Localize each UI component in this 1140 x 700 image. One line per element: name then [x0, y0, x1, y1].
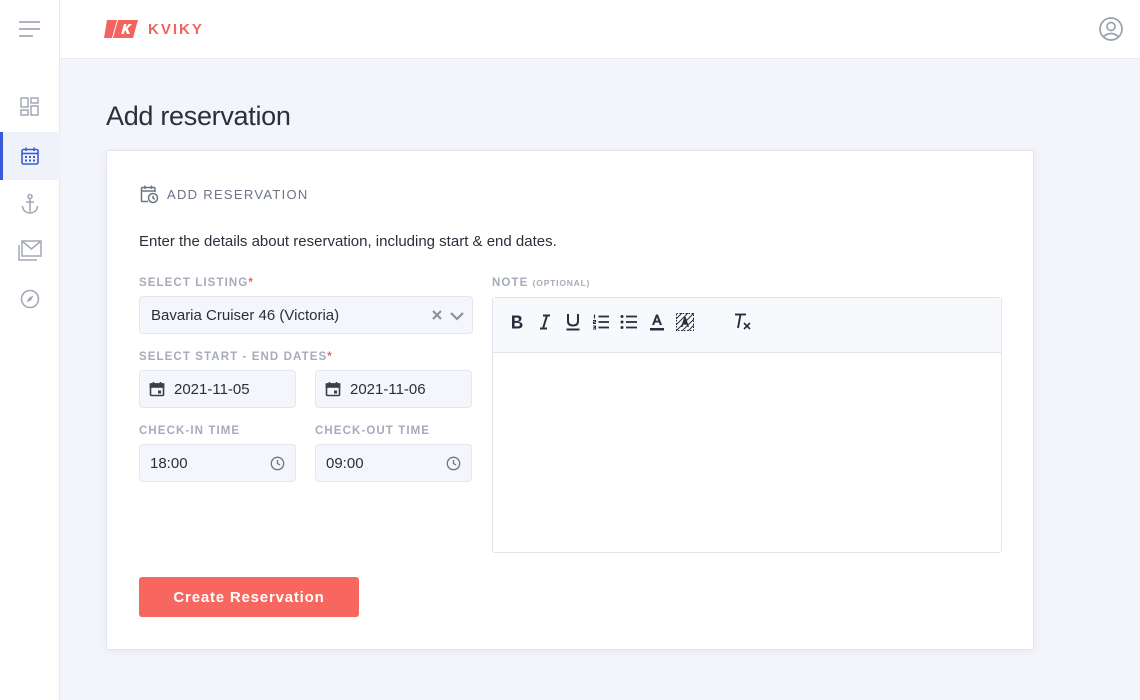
note-editor	[492, 297, 1002, 553]
sidebar-item-reservations[interactable]	[0, 132, 60, 180]
page-title: Add reservation	[106, 101, 291, 131]
profile-button[interactable]	[1098, 16, 1124, 42]
top-bar: KVIKY	[60, 0, 1140, 59]
highlight-icon	[676, 313, 694, 331]
select-listing-label-text: SELECT LISTING	[139, 277, 249, 289]
text-color-icon	[650, 314, 664, 331]
sidebar	[0, 0, 60, 700]
sidebar-item-dashboard[interactable]	[0, 83, 60, 131]
clock-icon[interactable]	[270, 456, 285, 471]
editor-toolbar	[493, 298, 1001, 353]
dashboard-icon	[20, 97, 39, 116]
chevron-down-icon[interactable]	[449, 308, 465, 324]
checkin-time-label: CHECK-IN TIME	[139, 425, 241, 437]
form-description: Enter the details about reservation, inc…	[139, 233, 557, 250]
text-color-button[interactable]	[647, 312, 667, 332]
card-heading-label: ADD RESERVATION	[167, 186, 309, 202]
calendar-clock-icon	[140, 185, 159, 204]
create-reservation-button[interactable]: Create Reservation	[139, 577, 359, 617]
note-label-text: NOTE	[492, 277, 529, 289]
note-text-area[interactable]	[493, 353, 1001, 552]
start-date-input[interactable]: 2021-11-05	[139, 370, 296, 408]
ordered-list-button[interactable]	[591, 312, 611, 332]
compass-icon	[20, 289, 40, 309]
dates-label-text: SELECT START - END DATES	[139, 351, 328, 363]
bold-button[interactable]	[507, 312, 527, 332]
end-date-value: 2021-11-06	[350, 380, 426, 398]
user-avatar-icon	[1099, 17, 1123, 41]
clear-formatting-icon	[735, 313, 751, 330]
calendar-icon	[21, 147, 39, 165]
hamburger-menu-icon	[19, 21, 40, 37]
italic-icon	[540, 314, 550, 330]
clock-icon[interactable]	[446, 456, 461, 471]
sidebar-item-messages[interactable]	[0, 227, 60, 275]
brand-name: KVIKY	[148, 20, 204, 38]
checkout-time-label: CHECK-OUT TIME	[315, 425, 431, 437]
checkin-time-input[interactable]: 18:00	[139, 444, 296, 482]
menu-toggle-button[interactable]	[0, 0, 60, 58]
bullet-list-icon	[620, 315, 637, 329]
reservation-form-card: ADD RESERVATION Enter the details about …	[106, 150, 1034, 650]
sidebar-item-fleet[interactable]	[0, 180, 60, 228]
start-date-value: 2021-11-05	[174, 380, 250, 398]
select-listing-label: SELECT LISTING*	[139, 277, 254, 289]
checkout-time-input[interactable]: 09:00	[315, 444, 472, 482]
highlight-button[interactable]	[675, 312, 695, 332]
checkout-time-value: 09:00	[326, 454, 364, 472]
kviky-logo-icon	[104, 20, 138, 38]
ordered-list-icon	[592, 314, 609, 330]
calendar-icon	[325, 381, 341, 397]
mail-icon	[18, 240, 42, 261]
anchor-icon	[21, 193, 39, 214]
listing-select-value: Bavaria Cruiser 46 (Victoria)	[151, 306, 340, 324]
bullet-list-button[interactable]	[619, 312, 639, 332]
italic-button[interactable]	[535, 312, 555, 332]
underline-icon	[566, 314, 580, 331]
checkin-time-value: 18:00	[150, 454, 188, 472]
end-date-input[interactable]: 2021-11-06	[315, 370, 472, 408]
underline-button[interactable]	[563, 312, 583, 332]
clear-formatting-button[interactable]	[733, 312, 753, 332]
calendar-icon	[149, 381, 165, 397]
sidebar-item-explore[interactable]	[0, 275, 60, 323]
dates-label: SELECT START - END DATES*	[139, 351, 333, 363]
note-optional-hint: (OPTIONAL)	[532, 278, 591, 288]
bold-icon	[512, 315, 523, 329]
note-label: NOTE (OPTIONAL)	[492, 277, 590, 289]
required-marker: *	[327, 351, 333, 363]
required-marker: *	[248, 277, 254, 289]
card-heading: ADD RESERVATION	[140, 184, 309, 204]
brand-logo[interactable]: KVIKY	[104, 18, 204, 40]
listing-select[interactable]: Bavaria Cruiser 46 (Victoria)	[139, 296, 473, 334]
clear-icon[interactable]	[431, 309, 443, 321]
